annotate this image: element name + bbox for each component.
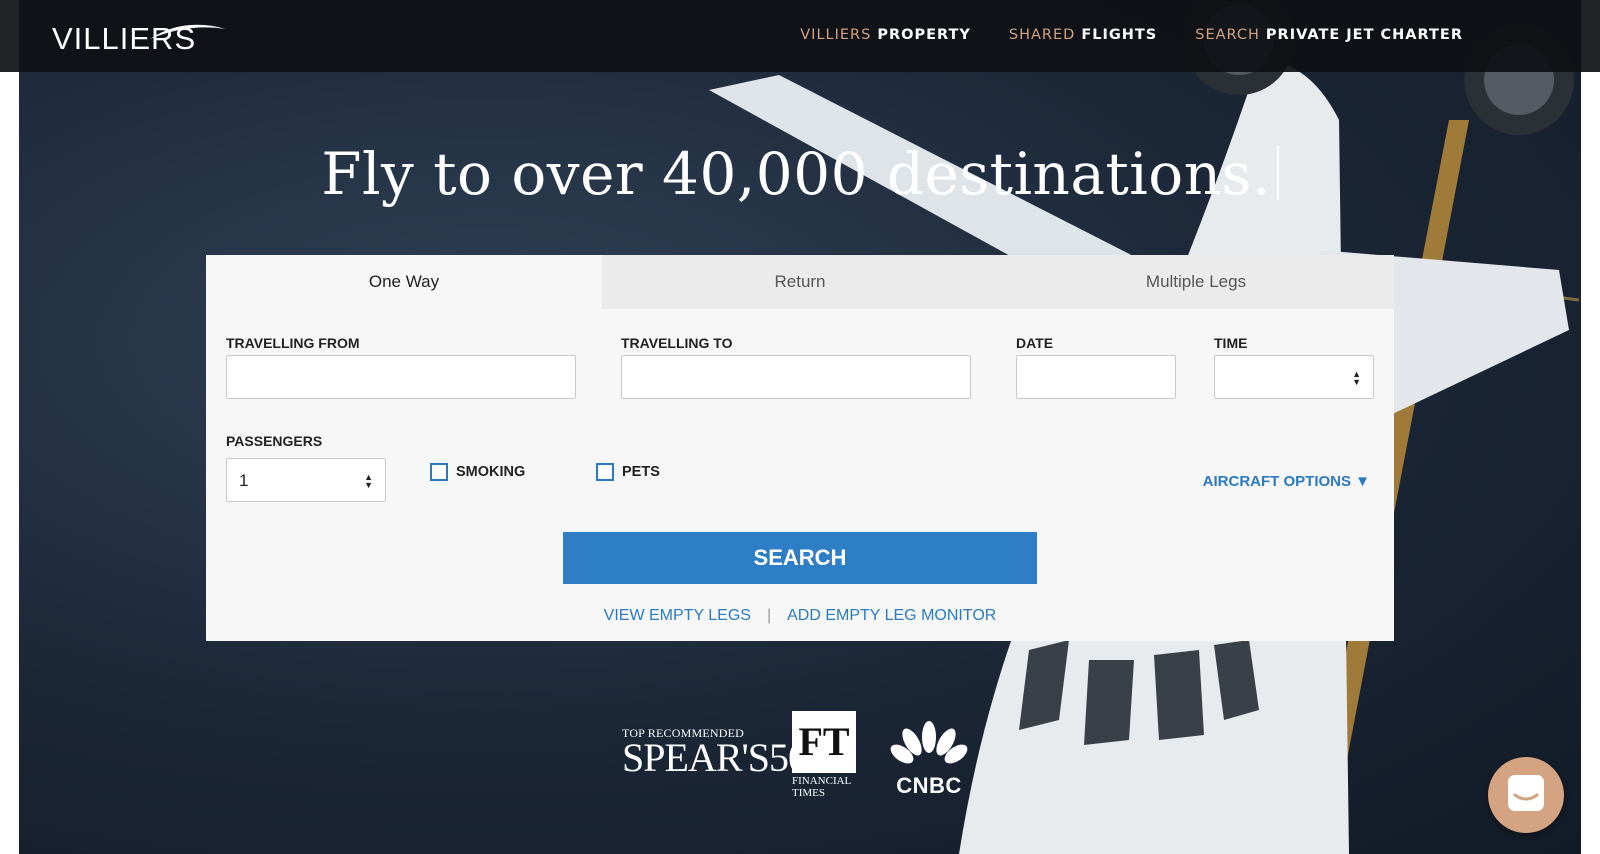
- nav-search-private-jet-charter[interactable]: SEARCH PRIVATE JET CHARTER: [1195, 27, 1463, 43]
- add-empty-leg-monitor-link[interactable]: ADD EMPTY LEG MONITOR: [787, 607, 996, 624]
- smoking-option[interactable]: SMOKING: [430, 463, 525, 481]
- checkbox-icon[interactable]: [596, 463, 614, 481]
- pets-option[interactable]: PETS: [596, 463, 660, 481]
- nav-shared-flights[interactable]: SHARED FLIGHTS: [1009, 27, 1157, 43]
- from-label: TRAVELLING FROM: [226, 335, 360, 351]
- stepper-icon: ▲ ▼: [364, 472, 373, 490]
- checkbox-icon[interactable]: [430, 463, 448, 481]
- search-panel: One Way Return Multiple Legs TRAVELLING …: [206, 255, 1394, 641]
- passengers-select[interactable]: 1 ▲ ▼: [226, 458, 386, 502]
- site-header: VILLIERS VILLIERS PROPERTY SHARED FLIGHTS …: [0, 0, 1600, 72]
- search-button[interactable]: SEARCH: [563, 532, 1037, 584]
- to-label: TRAVELLING TO: [621, 335, 733, 351]
- stepper-icon: ▲ ▼: [1352, 369, 1361, 387]
- trip-type-tabs: One Way Return Multiple Legs: [206, 255, 1394, 309]
- tab-one-way[interactable]: One Way: [206, 255, 602, 309]
- date-label: DATE: [1016, 335, 1054, 351]
- tab-return[interactable]: Return: [602, 255, 998, 309]
- nav-villiers-property[interactable]: VILLIERS PROPERTY: [800, 27, 971, 43]
- logo-swoosh-icon: [150, 24, 226, 39]
- time-select[interactable]: ▲ ▼: [1214, 355, 1374, 399]
- view-empty-legs-link[interactable]: VIEW EMPTY LEGS: [604, 607, 751, 624]
- travelling-from-input[interactable]: [226, 355, 576, 399]
- empty-leg-links: VIEW EMPTY LEGS | ADD EMPTY LEG MONITOR: [206, 607, 1394, 625]
- hero-headline: Fly to over 40,000 destinations.: [0, 140, 1600, 208]
- aircraft-options-toggle[interactable]: AIRCRAFT OPTIONS ▼: [1203, 473, 1370, 490]
- tab-multiple-legs[interactable]: Multiple Legs: [998, 255, 1394, 309]
- travelling-to-input[interactable]: [621, 355, 971, 399]
- financial-times-logo: FT FINANCIAL TIMES: [792, 711, 856, 799]
- passengers-label: PASSENGERS: [226, 433, 323, 449]
- chat-launcher-button[interactable]: [1488, 757, 1564, 833]
- cnbc-logo: CNBC: [888, 720, 970, 799]
- date-input[interactable]: [1016, 355, 1176, 399]
- chat-icon: [1508, 775, 1544, 811]
- link-separator: |: [766, 607, 772, 624]
- villiers-logo[interactable]: VILLIERS: [52, 22, 226, 56]
- time-label: TIME: [1214, 335, 1248, 351]
- main-nav: VILLIERS PROPERTY SHARED FLIGHTS SEARCH PRI…: [800, 27, 1463, 43]
- nbc-peacock-icon: [890, 721, 968, 764]
- typing-cursor: [1276, 146, 1279, 200]
